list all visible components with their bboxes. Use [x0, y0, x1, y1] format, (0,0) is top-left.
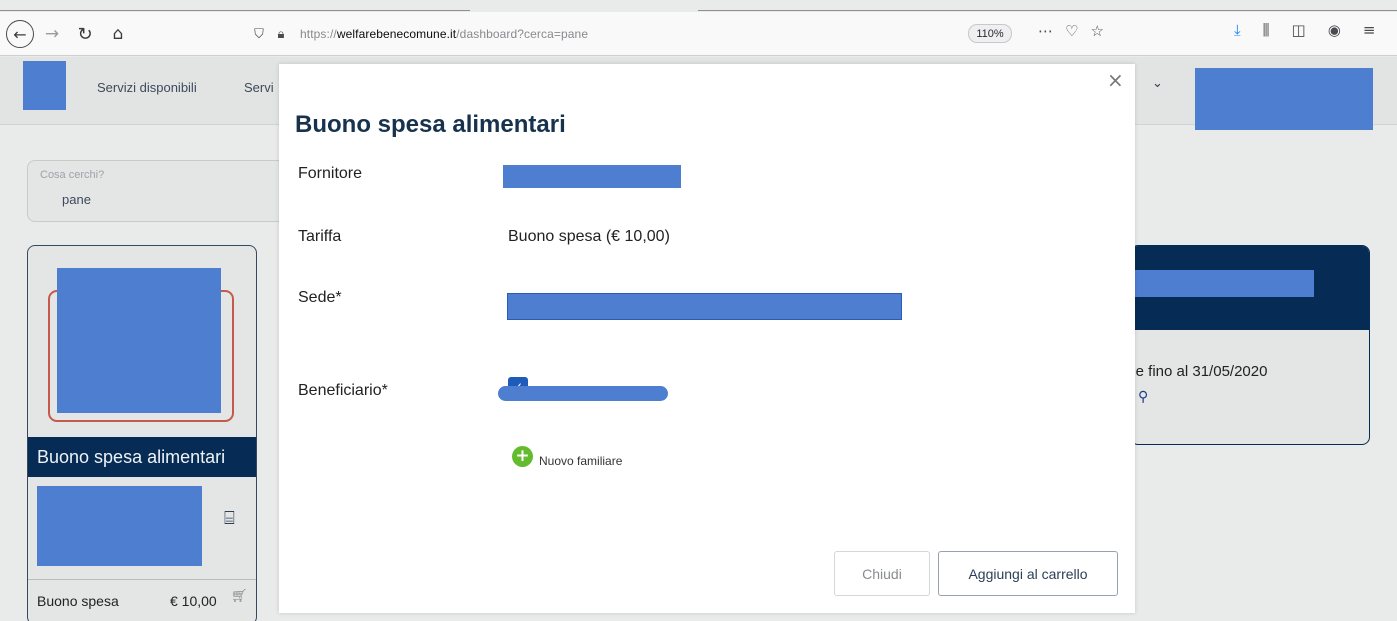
tab-strip-line-left: [0, 10, 470, 11]
search-value: pane: [62, 192, 91, 207]
beneficiario-name-redacted: [498, 386, 668, 401]
modal-dialog: × Buono spesa alimentari Fornitore Tarif…: [279, 64, 1135, 613]
cart-icon[interactable]: 🛒︎: [231, 589, 248, 604]
url-text[interactable]: https://welfarebenecomune.it/dashboard?c…: [300, 27, 588, 41]
beneficiario-label: Beneficiario*: [298, 382, 388, 399]
downloads-icon[interactable]: ⤓: [1234, 21, 1241, 39]
account-area-redacted[interactable]: [1195, 68, 1373, 130]
fornitore-label: Fornitore: [298, 165, 363, 182]
zoom-level-badge[interactable]: 110%: [968, 24, 1012, 43]
url-actions: ⋯ ♡ ☆: [1038, 22, 1104, 40]
toolbar-right-icons: ⤓ ⫼ ◫ ◉ ≡: [1234, 21, 1375, 39]
presentation-board-icon[interactable]: ⌸: [224, 508, 235, 529]
site-logo-redacted[interactable]: [23, 61, 66, 110]
back-arrow-icon[interactable]: ←: [6, 20, 34, 48]
card-item-price: € 10,00: [170, 593, 217, 609]
fornitore-value-redacted: [503, 165, 681, 188]
close-icon[interactable]: ×: [1107, 70, 1124, 90]
modal-title: Buono spesa alimentari: [295, 111, 566, 138]
reload-icon[interactable]: ↻: [72, 21, 98, 47]
hamburger-menu-icon[interactable]: ≡: [1363, 21, 1376, 39]
sidebar-icon[interactable]: ◫: [1292, 21, 1306, 39]
card-divider: [28, 579, 256, 580]
tariffa-value: Buono spesa (€ 10,00): [508, 228, 670, 245]
sede-select-redacted[interactable]: [507, 293, 902, 320]
tariffa-label: Tariffa: [298, 228, 342, 245]
account-icon[interactable]: ◉: [1328, 21, 1341, 39]
lock-icon[interactable]: 🔒︎: [270, 27, 292, 42]
pocket-icon[interactable]: ♡: [1065, 22, 1078, 40]
library-icon[interactable]: ⫼: [1263, 21, 1270, 39]
card-title[interactable]: Buono spesa alimentari: [28, 437, 256, 477]
url-domain: welfarebenecomune.it: [336, 27, 457, 41]
supplier-logo-redacted: [37, 486, 202, 566]
aggiungi-al-carrello-button[interactable]: Aggiungi al carrello: [938, 551, 1118, 596]
card-right-header: [1131, 246, 1369, 330]
search-field[interactable]: Cosa cerchi? pane: [27, 160, 287, 222]
nav-item-2[interactable]: Servi: [244, 80, 274, 95]
product-card[interactable]: Buono spesa alimentari ⌸ Buono spesa € 1…: [27, 245, 257, 621]
url-bar[interactable]: ⛉ 🔒︎ https://welfarebenecomune.it/dashbo…: [248, 20, 1118, 48]
sede-label: Sede*: [298, 289, 342, 306]
product-card-right[interactable]: ile fino al 31/05/2020 ⚲: [1130, 245, 1370, 445]
home-icon[interactable]: ⌂: [105, 21, 131, 47]
url-path: /dashboard?cerca=pane: [456, 27, 589, 41]
tab-strip-line-right: [698, 10, 1397, 11]
card-image-redacted: [57, 268, 221, 413]
forward-arrow-icon[interactable]: →: [40, 21, 64, 47]
url-prefix: https://: [300, 27, 337, 41]
magnifier-icon[interactable]: ⚲: [1138, 389, 1148, 405]
card-right-validity: ile fino al 31/05/2020: [1130, 363, 1268, 380]
card-right-title-redacted: [1131, 270, 1314, 297]
bookmark-star-icon[interactable]: ☆: [1090, 22, 1103, 40]
more-actions-icon[interactable]: ⋯: [1038, 22, 1053, 40]
search-placeholder: Cosa cerchi?: [40, 169, 105, 181]
add-circle-icon[interactable]: +: [512, 446, 533, 467]
chiudi-button[interactable]: Chiudi: [834, 551, 930, 596]
nuovo-familiare-link[interactable]: Nuovo familiare: [539, 454, 622, 468]
nav-servizi-disponibili[interactable]: Servizi disponibili: [97, 80, 197, 95]
card-item-label: Buono spesa: [37, 593, 119, 609]
chevron-down-icon[interactable]: ⌄: [1152, 76, 1163, 91]
tracking-shield-icon[interactable]: ⛉: [248, 27, 270, 42]
browser-toolbar: ← → ↻ ⌂ ⛉ 🔒︎ https://welfarebenecomune.i…: [0, 12, 1397, 56]
